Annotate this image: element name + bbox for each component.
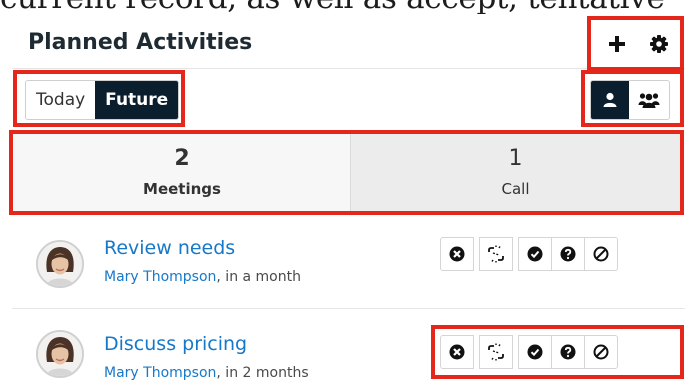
activity-meta: Mary Thompson, in a month: [104, 269, 301, 285]
activity-due: , in 2 months: [216, 365, 309, 381]
my-items-button[interactable]: [591, 81, 629, 119]
tentative-icon: [560, 344, 576, 360]
settings-button[interactable]: [643, 28, 675, 60]
decline-icon: [593, 344, 609, 360]
unlink-button[interactable]: [479, 335, 513, 369]
tentative-button[interactable]: [551, 237, 585, 271]
activity-title-link[interactable]: Review needs: [104, 237, 235, 259]
activity-title-link[interactable]: Discuss pricing: [104, 333, 247, 355]
activity-meta: Mary Thompson, in 2 months: [104, 365, 309, 381]
unlink-button[interactable]: [479, 237, 513, 271]
avatar-image: [38, 242, 82, 286]
close-button[interactable]: [440, 335, 474, 369]
assignee-link[interactable]: Mary Thompson: [104, 269, 216, 285]
plus-icon: [609, 36, 625, 52]
decline-button[interactable]: [584, 237, 618, 271]
dashlet-title: Planned Activities: [28, 30, 253, 55]
scope-toggle: [590, 80, 670, 120]
gear-icon: [650, 35, 668, 53]
decline-icon: [593, 246, 609, 262]
assignee-link[interactable]: Mary Thompson: [104, 365, 216, 381]
row-action-buttons: [440, 237, 618, 271]
filter-today-button[interactable]: Today: [26, 81, 95, 119]
close-icon: [449, 344, 465, 360]
close-icon: [449, 246, 465, 262]
tentative-icon: [560, 246, 576, 262]
user-icon: [603, 92, 617, 107]
row-divider: [12, 308, 685, 309]
date-filter-toggle: Today Future: [25, 80, 180, 120]
accept-button[interactable]: [518, 237, 552, 271]
tentative-button[interactable]: [551, 335, 585, 369]
avatar-image: [38, 332, 82, 376]
add-button[interactable]: [601, 28, 633, 60]
users-icon: [638, 93, 660, 108]
accept-icon: [527, 344, 543, 360]
team-items-button[interactable]: [629, 81, 669, 119]
filter-future-button[interactable]: Future: [95, 81, 179, 119]
decline-button[interactable]: [584, 335, 618, 369]
close-button[interactable]: [440, 237, 474, 271]
tabs-highlight: [9, 130, 684, 215]
row-action-buttons: [440, 335, 618, 369]
accept-button[interactable]: [518, 335, 552, 369]
avatar[interactable]: [36, 330, 84, 378]
activity-due: , in a month: [216, 269, 301, 285]
accept-icon: [527, 246, 543, 262]
unlink-icon: [488, 343, 504, 361]
avatar[interactable]: [36, 240, 84, 288]
unlink-icon: [488, 245, 504, 263]
